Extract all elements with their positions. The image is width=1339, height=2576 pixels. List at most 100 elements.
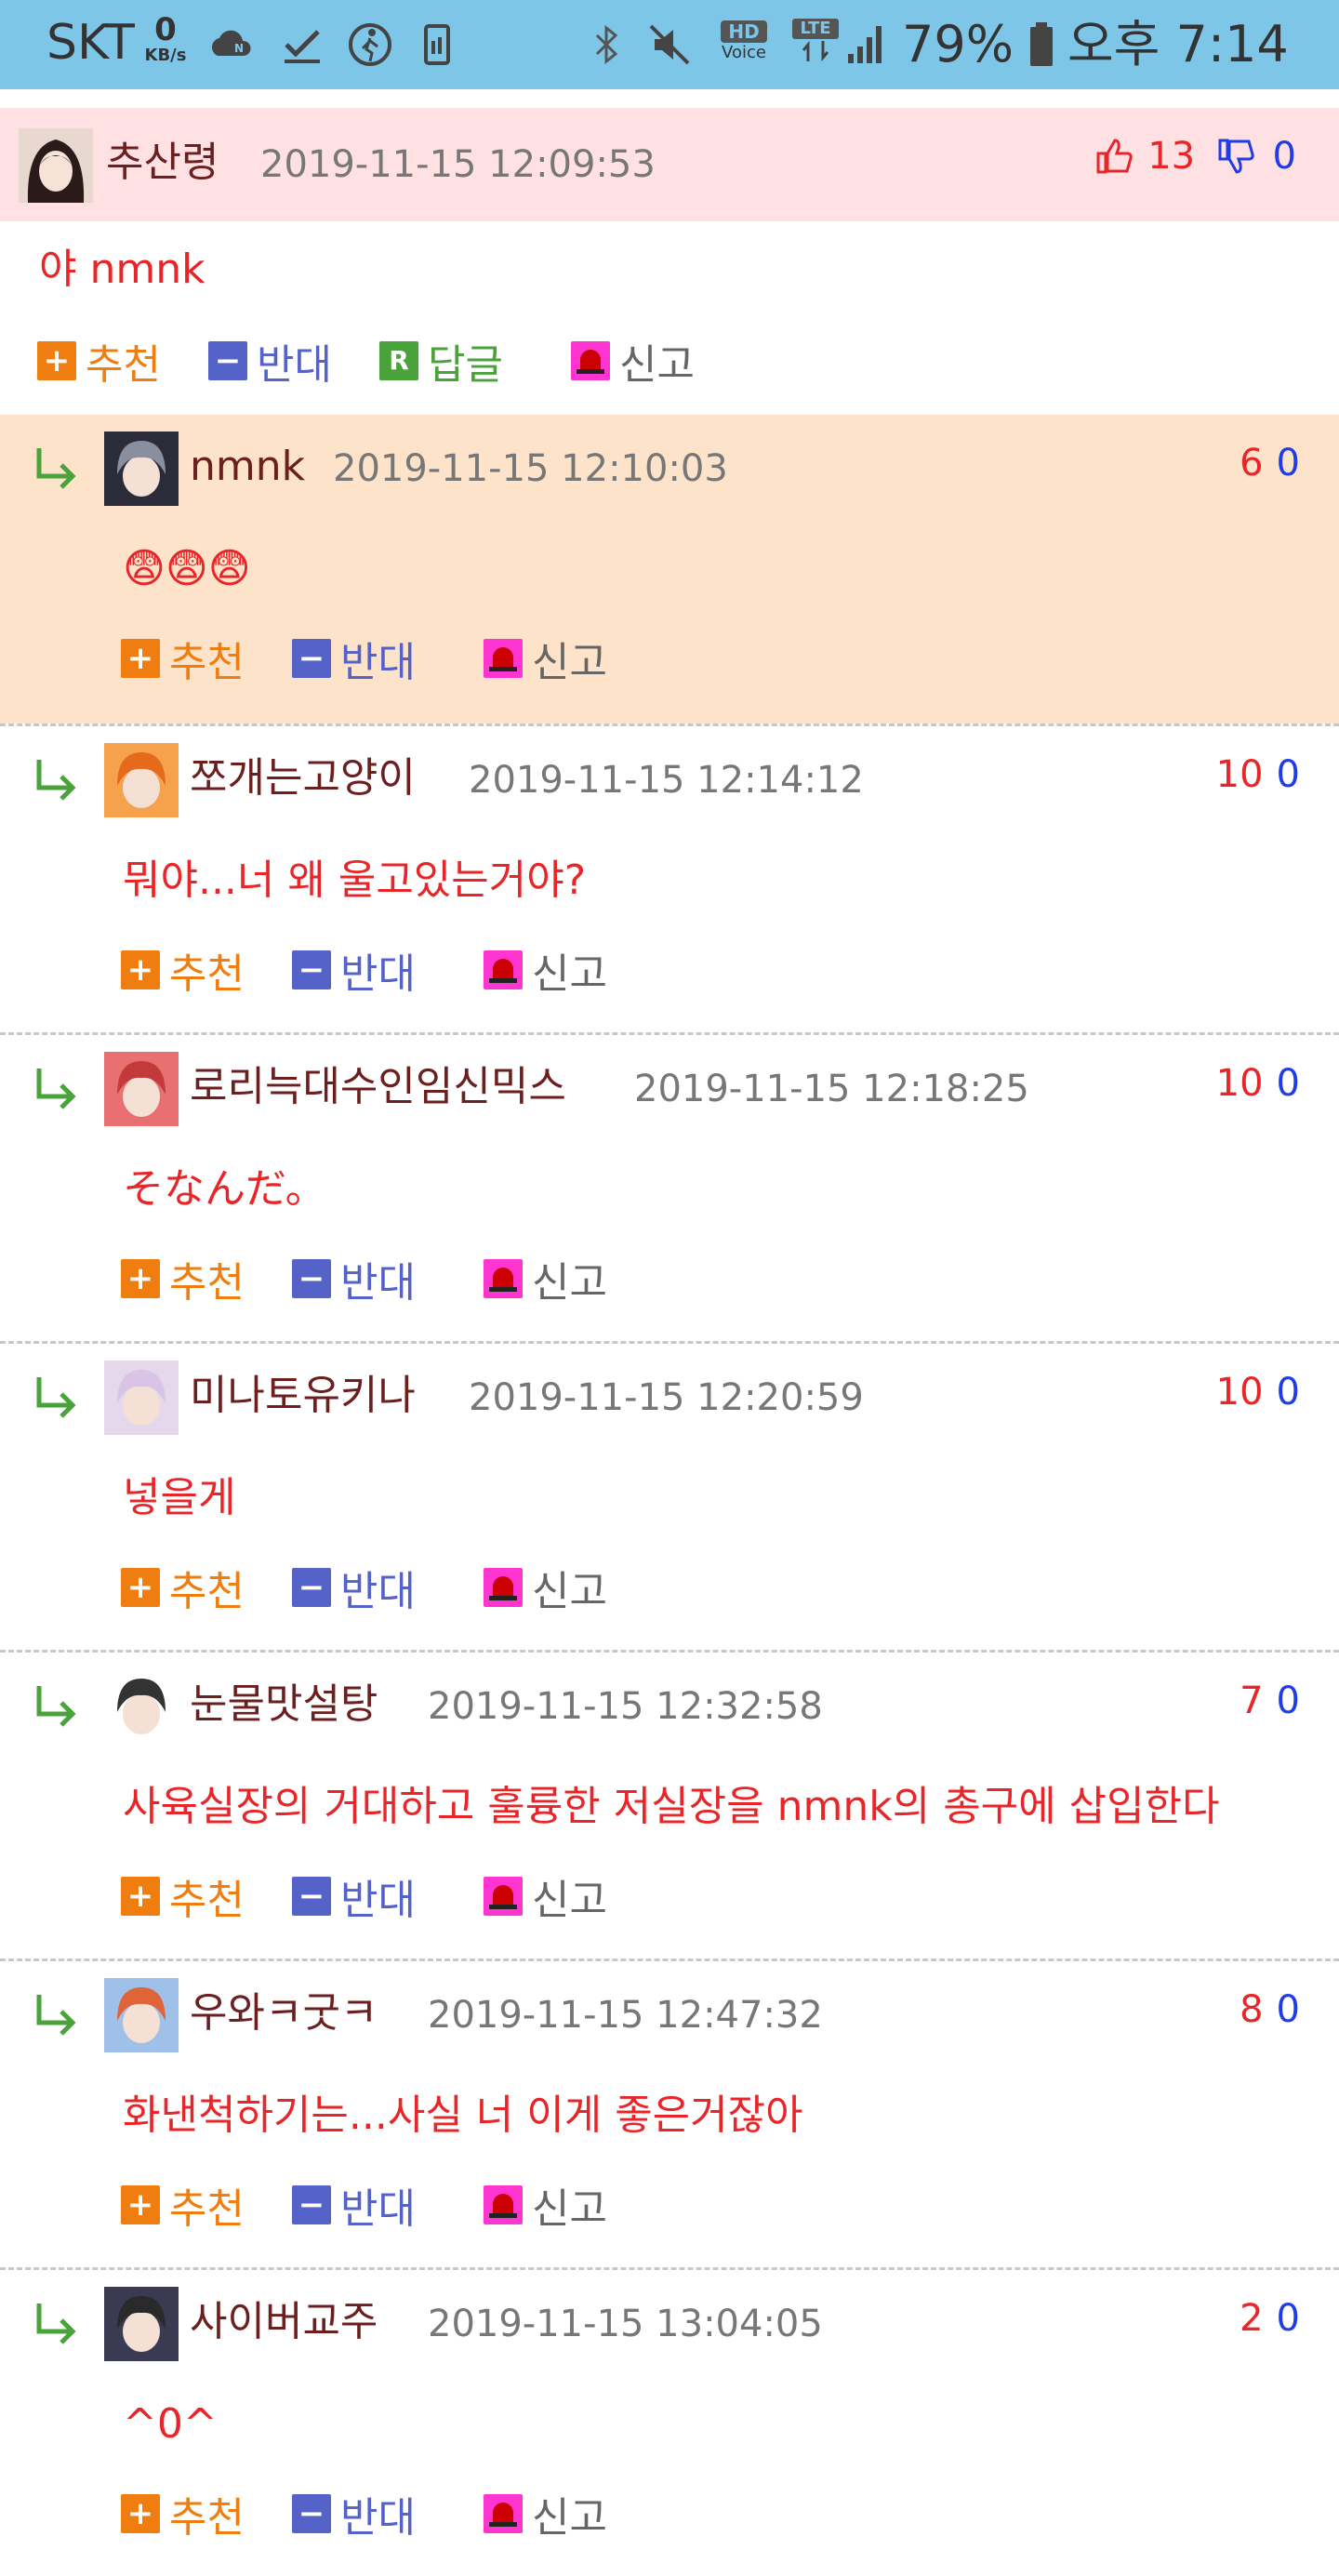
oppose-label: 반대: [340, 1877, 416, 1924]
phone-data-icon: [424, 24, 450, 65]
reply-arrow-icon: [36, 448, 76, 489]
oppose-button[interactable]: − 반대: [292, 1870, 416, 1924]
recommend-button[interactable]: + 추천: [121, 1253, 245, 1307]
plus-icon: +: [37, 341, 76, 380]
recommend-label: 추천: [169, 639, 245, 686]
oppose-button[interactable]: − 반대: [208, 335, 332, 389]
reply-comment: 눈물맛설탕 2019-11-15 12:32:58 70 사육실장의 거대하고 …: [0, 1650, 1339, 1959]
recommend-button[interactable]: + 추천: [121, 1870, 245, 1924]
report-button[interactable]: 신고: [484, 2179, 607, 2233]
nickname[interactable]: 추산령: [106, 137, 219, 189]
plus-icon: +: [121, 2494, 160, 2533]
report-button[interactable]: 신고: [571, 335, 695, 389]
avatar[interactable]: [19, 128, 93, 203]
report-button[interactable]: 신고: [484, 944, 607, 998]
timestamp: 2019-11-15 12:20:59: [469, 1376, 864, 1419]
mute-icon: [649, 24, 690, 65]
siren-shape: [489, 1885, 517, 1909]
vote-counts: 70: [1240, 1675, 1300, 1727]
oppose-button[interactable]: − 반대: [292, 944, 416, 998]
reply-button[interactable]: R 답글: [379, 335, 503, 389]
down-count: 0: [1276, 1680, 1300, 1722]
up-count: 8: [1240, 1988, 1264, 2031]
comment-text: 야 nmnk: [39, 246, 205, 293]
nickname[interactable]: nmnk: [190, 441, 305, 493]
siren-shape: [489, 2194, 517, 2218]
avatar[interactable]: [104, 432, 179, 506]
nickname[interactable]: 우와ㅋ굿ㅋ: [190, 1987, 378, 2039]
recommend-button[interactable]: + 추천: [121, 632, 245, 686]
siren-shape: [489, 647, 517, 671]
comment: 추산령 2019-11-15 12:09:53 13 0 야 nmnk + 추천…: [0, 108, 1339, 415]
reply-comment: 미나토유키나 2019-11-15 12:20:59 10 0 넣을게 + 추천 …: [0, 1341, 1339, 1650]
reply-arrow-icon: [36, 1686, 76, 1727]
nickname[interactable]: 사이버교주: [190, 2296, 378, 2348]
down-count: 0: [1276, 753, 1300, 796]
timestamp: 2019-11-15 13:04:05: [428, 2303, 823, 2345]
comment-header: 추산령 2019-11-15 12:09:53 13 0: [0, 108, 1339, 221]
comment-actions: + 추천 − 반대 신고: [121, 944, 642, 998]
oppose-label: 반대: [257, 341, 332, 389]
comment-text: 화낸척하기는...사실 너 이게 좋은거잖아: [123, 2091, 803, 2139]
vote-counts: 10 0: [1216, 1366, 1300, 1418]
lte-label: LTE: [792, 19, 839, 39]
reply-arrow-icon: [36, 1995, 76, 2036]
nickname[interactable]: 쪼개는고양이: [190, 752, 416, 804]
avatar[interactable]: [104, 1669, 179, 1744]
oppose-label: 반대: [340, 1259, 416, 1307]
recommend-button[interactable]: + 추천: [121, 2179, 245, 2233]
up-count: 10: [1215, 1371, 1264, 1414]
oppose-button[interactable]: − 반대: [292, 632, 416, 686]
report-button[interactable]: 신고: [484, 1561, 607, 1615]
avatar[interactable]: [104, 1052, 179, 1126]
comment-text: ^0^: [123, 2400, 218, 2448]
report-label: 신고: [532, 950, 607, 998]
siren-icon: [484, 639, 523, 678]
report-button[interactable]: 신고: [484, 1870, 607, 1924]
avatar-image: [104, 1052, 179, 1126]
recommend-button[interactable]: + 추천: [121, 2488, 245, 2542]
oppose-label: 반대: [340, 2185, 416, 2233]
oppose-button[interactable]: − 반대: [292, 1253, 416, 1307]
avatar[interactable]: [104, 743, 179, 817]
siren-icon: [484, 1877, 523, 1916]
recommend-label: 추천: [169, 1568, 245, 1615]
hd-voice-icon: HD Voice: [716, 20, 772, 63]
vote-counts: 10 0: [1216, 1057, 1300, 1109]
nickname[interactable]: 로리늑대수인임신믹스: [190, 1061, 566, 1113]
report-button[interactable]: 신고: [484, 2488, 607, 2542]
recommend-button[interactable]: + 추천: [121, 1561, 245, 1615]
report-label: 신고: [532, 2185, 607, 2233]
siren-icon: [484, 1568, 523, 1607]
timestamp: 2019-11-15 12:14:12: [469, 759, 864, 802]
vote-counts: 80: [1240, 1984, 1300, 2036]
plus-icon: +: [121, 639, 160, 678]
oppose-button[interactable]: − 반대: [292, 2488, 416, 2542]
reply-arrow-icon: [36, 2304, 76, 2344]
comment-actions: + 추천 − 반대 신고: [121, 1870, 642, 1924]
avatar[interactable]: [104, 1978, 179, 2052]
avatar[interactable]: [104, 2287, 179, 2361]
minus-icon: −: [292, 2185, 331, 2224]
avatar[interactable]: [104, 1361, 179, 1435]
recommend-button[interactable]: + 추천: [37, 335, 161, 389]
nickname[interactable]: 눈물맛설탕: [190, 1679, 378, 1731]
oppose-button[interactable]: − 반대: [292, 1561, 416, 1615]
clock: 오후 7:14: [1067, 15, 1289, 73]
report-button[interactable]: 신고: [484, 632, 607, 686]
report-button[interactable]: 신고: [484, 1253, 607, 1307]
up-count: 13: [1147, 135, 1196, 178]
siren-shape: [577, 350, 604, 374]
recommend-button[interactable]: + 추천: [121, 944, 245, 998]
siren-shape: [489, 1268, 517, 1292]
report-label: 신고: [532, 639, 607, 686]
plus-icon: +: [121, 1568, 160, 1607]
carrier-label: SKT: [46, 15, 135, 71]
oppose-button[interactable]: − 반대: [292, 2179, 416, 2233]
battery-icon: [1030, 22, 1053, 66]
avatar-image: [104, 1978, 179, 2052]
comment-actions: + 추천 − 반대 신고: [121, 632, 642, 686]
nickname[interactable]: 미나토유키나: [190, 1370, 416, 1422]
comment-text: そなんだ。: [123, 1165, 326, 1213]
recommend-label: 추천: [169, 2185, 245, 2233]
